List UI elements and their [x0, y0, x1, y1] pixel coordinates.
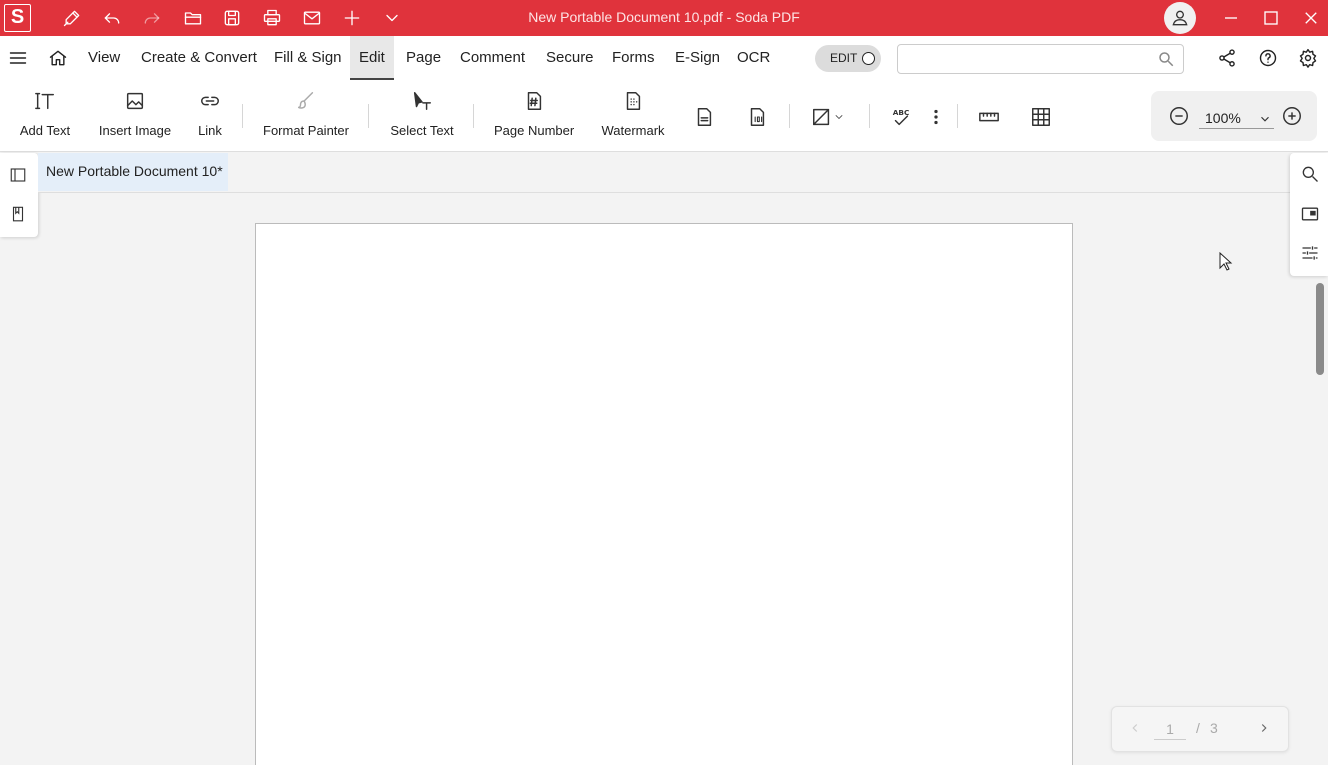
maximize-icon — [1264, 11, 1278, 25]
page-number-icon — [522, 90, 546, 114]
add-text-icon — [33, 90, 57, 114]
page-separator: / — [1196, 720, 1200, 736]
share-icon[interactable] — [1215, 47, 1239, 69]
thumbnails-panel-icon[interactable] — [7, 164, 29, 186]
page-number-button[interactable]: Page Number — [494, 90, 574, 142]
ribbon-divider — [789, 104, 790, 128]
insert-image-label: Insert Image — [98, 123, 172, 138]
ribbon-divider — [957, 104, 958, 128]
minimize-icon — [1225, 17, 1237, 19]
menu-bar: View Create & Convert Fill & Sign Edit P… — [0, 36, 1328, 80]
tab-document[interactable]: New Portable Document 10* — [38, 153, 228, 191]
spell-check-icon[interactable]: ABC — [888, 104, 914, 130]
page-number-label: Page Number — [494, 123, 575, 138]
menu-ocr[interactable]: OCR — [737, 36, 770, 80]
link-icon — [198, 90, 222, 114]
home-icon[interactable] — [46, 47, 70, 69]
search-input[interactable] — [898, 45, 1148, 73]
zoom-in-icon[interactable] — [1280, 104, 1304, 128]
add-text-label: Add Text — [19, 123, 71, 138]
vertical-scrollbar[interactable] — [1316, 283, 1324, 375]
chevron-down-icon — [1258, 110, 1272, 124]
settings-gear-icon[interactable] — [1296, 47, 1320, 69]
select-text-button[interactable]: Select Text — [389, 90, 455, 142]
pdf-page[interactable] — [255, 223, 1073, 765]
grid-icon[interactable] — [1028, 104, 1054, 130]
maximize-button[interactable] — [1258, 6, 1284, 30]
ruler-icon[interactable] — [976, 104, 1002, 130]
hamburger-menu-icon[interactable] — [6, 47, 30, 69]
ribbon-divider — [242, 104, 243, 128]
menu-edit[interactable]: Edit — [350, 36, 394, 80]
mouse-cursor-icon — [1219, 252, 1233, 271]
chevron-down-icon — [835, 115, 843, 119]
paintbrush-icon — [294, 90, 318, 114]
bookmarks-icon[interactable] — [7, 203, 29, 225]
menu-e-sign[interactable]: E-Sign — [675, 36, 720, 80]
window-title: New Portable Document 10.pdf - Soda PDF — [528, 9, 800, 25]
menu-forms[interactable]: Forms — [612, 36, 655, 80]
close-button[interactable] — [1298, 6, 1324, 30]
current-page-input[interactable]: 1 — [1154, 720, 1186, 740]
close-icon — [1305, 12, 1317, 24]
ribbon-divider — [473, 104, 474, 128]
link-button[interactable]: Link — [196, 90, 224, 142]
minimize-button[interactable] — [1218, 6, 1244, 30]
edit-toggle-label: EDIT — [830, 51, 858, 65]
previous-page-icon[interactable] — [1128, 721, 1144, 737]
menu-view[interactable]: View — [88, 36, 120, 80]
account-avatar[interactable] — [1164, 2, 1196, 34]
add-text-button[interactable]: Add Text — [19, 90, 71, 142]
zoom-out-icon[interactable] — [1167, 104, 1191, 128]
format-painter-button[interactable]: Format Painter — [263, 90, 349, 142]
zoom-level-value: 100% — [1205, 110, 1241, 126]
menu-create-convert[interactable]: Create & Convert — [141, 36, 257, 80]
image-icon — [123, 90, 147, 114]
ribbon-divider — [368, 104, 369, 128]
header-footer-icon[interactable] — [691, 104, 717, 130]
insert-image-button[interactable]: Insert Image — [98, 90, 172, 142]
menu-fill-sign[interactable]: Fill & Sign — [274, 36, 342, 80]
find-search-icon[interactable] — [1299, 163, 1321, 185]
watermark-button[interactable]: Watermark — [600, 90, 666, 142]
select-text-cursor-icon — [410, 90, 434, 114]
menu-secure[interactable]: Secure — [546, 36, 594, 80]
format-painter-label: Format Painter — [263, 123, 349, 138]
bates-numbering-icon[interactable] — [744, 104, 770, 130]
select-text-label: Select Text — [390, 123, 454, 138]
redact-dropdown[interactable] — [808, 104, 848, 130]
help-icon[interactable] — [1256, 47, 1280, 69]
edit-ribbon: Add Text Insert Image Link Format Painte… — [0, 80, 1328, 152]
edit-mode-toggle[interactable]: EDIT — [815, 45, 881, 72]
search-icon[interactable] — [1157, 50, 1175, 68]
next-page-icon[interactable] — [1257, 721, 1273, 737]
watermark-icon — [621, 90, 645, 114]
adjustments-sliders-icon[interactable] — [1299, 242, 1321, 264]
watermark-label: Watermark — [601, 123, 665, 138]
menu-comment[interactable]: Comment — [460, 36, 525, 80]
right-side-panel — [1290, 153, 1328, 276]
zoom-level-select[interactable]: 100% — [1199, 107, 1274, 129]
toggle-knob — [862, 52, 875, 65]
menu-page[interactable]: Page — [406, 36, 441, 80]
user-icon — [1172, 10, 1188, 26]
total-pages: 3 — [1210, 720, 1218, 736]
ribbon-divider — [869, 104, 870, 128]
search-box — [897, 44, 1184, 74]
left-side-panel — [0, 153, 38, 237]
link-label: Link — [198, 123, 222, 138]
document-tabs: New Portable Document 10* — [38, 153, 1290, 193]
zoom-control: 100% — [1151, 91, 1317, 141]
title-bar: S New Portable Document 10.pdf - Soda PD… — [0, 0, 1328, 36]
properties-panel-icon[interactable] — [1299, 203, 1321, 225]
page-navigator: 1 / 3 — [1111, 706, 1289, 752]
redact-icon — [813, 108, 830, 126]
more-options-icon[interactable] — [923, 104, 949, 130]
